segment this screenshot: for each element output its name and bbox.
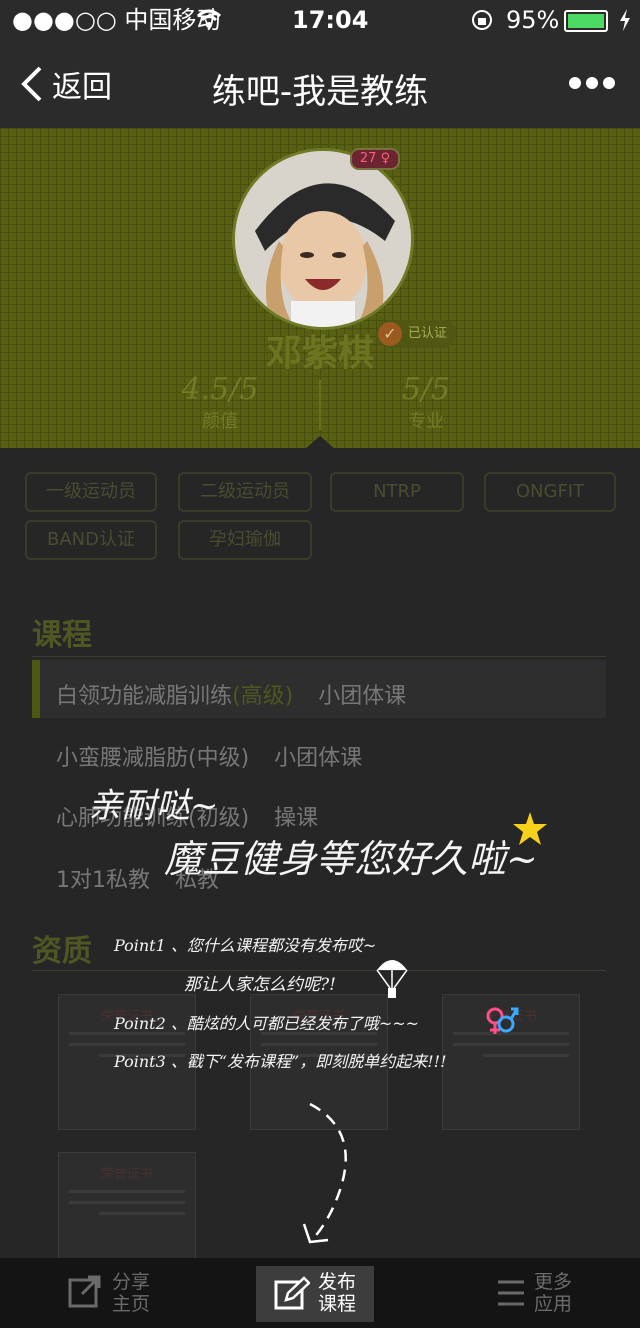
chevron-left-icon bbox=[21, 66, 42, 102]
score-divider bbox=[319, 380, 321, 430]
battery-icon bbox=[564, 10, 608, 32]
share-icon bbox=[68, 1275, 101, 1308]
score-label: 专业 bbox=[408, 411, 444, 432]
tab-label-line1: 更多 bbox=[534, 1271, 573, 1293]
share-home-tab[interactable]: 分享 主页 bbox=[66, 1270, 186, 1318]
tab-label-line2: 课程 bbox=[318, 1293, 357, 1315]
carrier-label: ●●●○○ 中国移动 bbox=[12, 6, 221, 34]
clock: 17:04 bbox=[292, 6, 369, 34]
parachute-icon bbox=[376, 960, 408, 998]
edit-icon bbox=[274, 1276, 310, 1310]
page-title: 练吧-我是教练 bbox=[211, 72, 429, 112]
overlay-point: Point3 、戳下“发布课程”，即刻脱单约起来!!! bbox=[114, 1052, 447, 1071]
score-label: 颜值 bbox=[202, 411, 238, 432]
level-number: 27 bbox=[359, 151, 377, 166]
tip-overlay: 亲耐哒~ 魔豆健身等您好久啦~ Point1 、您什么课程都没有发布哎~ 那让人… bbox=[0, 448, 640, 1258]
check-icon: ✓ bbox=[378, 322, 402, 346]
tab-label-line1: 发布 bbox=[318, 1271, 357, 1293]
overlay-point: Point2 、酷炫的人可都已经发布了哦~~~ bbox=[114, 1014, 420, 1033]
overlay-greeting: 亲耐哒~ bbox=[88, 786, 219, 826]
bottom-tab-bar: 分享 主页 发布 课程 更多 应用 bbox=[0, 1258, 640, 1328]
score-appearance: 4.5/5 颜值 bbox=[150, 372, 290, 433]
profile-header: 27 ♀ 邓紫棋 ✓ 已认证 4.5/5 颜值 5/5 专业 bbox=[0, 128, 640, 448]
nav-bar: 返回 练吧-我是教练 bbox=[0, 40, 640, 128]
tab-label-line2: 应用 bbox=[534, 1293, 573, 1315]
score-value: 4.5/5 bbox=[181, 372, 259, 407]
wifi-icon bbox=[196, 9, 222, 28]
score-value: 5/5 bbox=[401, 372, 451, 407]
avatar[interactable] bbox=[232, 148, 414, 330]
more-apps-tab[interactable]: 更多 应用 bbox=[494, 1270, 614, 1318]
level-badge: 27 ♀ bbox=[350, 148, 400, 170]
female-icon: ♀ bbox=[376, 151, 391, 166]
more-button[interactable] bbox=[564, 60, 620, 106]
arrow-down-icon bbox=[302, 1102, 347, 1244]
avatar-photo bbox=[235, 151, 411, 327]
star-icon bbox=[513, 812, 547, 845]
tab-label-line2: 主页 bbox=[112, 1293, 151, 1315]
overlay-point: 那让人家怎么约呢?! bbox=[184, 975, 336, 995]
overlay-headline: 魔豆健身等您好久啦~ bbox=[164, 837, 538, 881]
verified-label: 已认证 bbox=[408, 326, 448, 341]
score-professional: 5/5 专业 bbox=[356, 372, 496, 433]
rotation-lock-icon bbox=[472, 10, 492, 30]
back-button[interactable]: 返回 bbox=[14, 60, 124, 106]
charging-icon bbox=[620, 9, 630, 31]
gender-symbols-icon bbox=[486, 1007, 519, 1034]
menu-icon bbox=[498, 1280, 524, 1306]
battery-percent: 95% bbox=[506, 6, 560, 34]
publish-course-tab[interactable]: 发布 课程 bbox=[256, 1266, 374, 1322]
tab-label-line1: 分享 bbox=[112, 1271, 151, 1293]
status-bar: ●●●○○ 中国移动 17:04 95% bbox=[0, 0, 640, 40]
overlay-point: Point1 、您什么课程都没有发布哎~ bbox=[114, 936, 377, 955]
verified-badge: ✓ 已认证 bbox=[376, 320, 456, 348]
more-dots-icon bbox=[569, 77, 615, 89]
back-label: 返回 bbox=[52, 70, 112, 105]
